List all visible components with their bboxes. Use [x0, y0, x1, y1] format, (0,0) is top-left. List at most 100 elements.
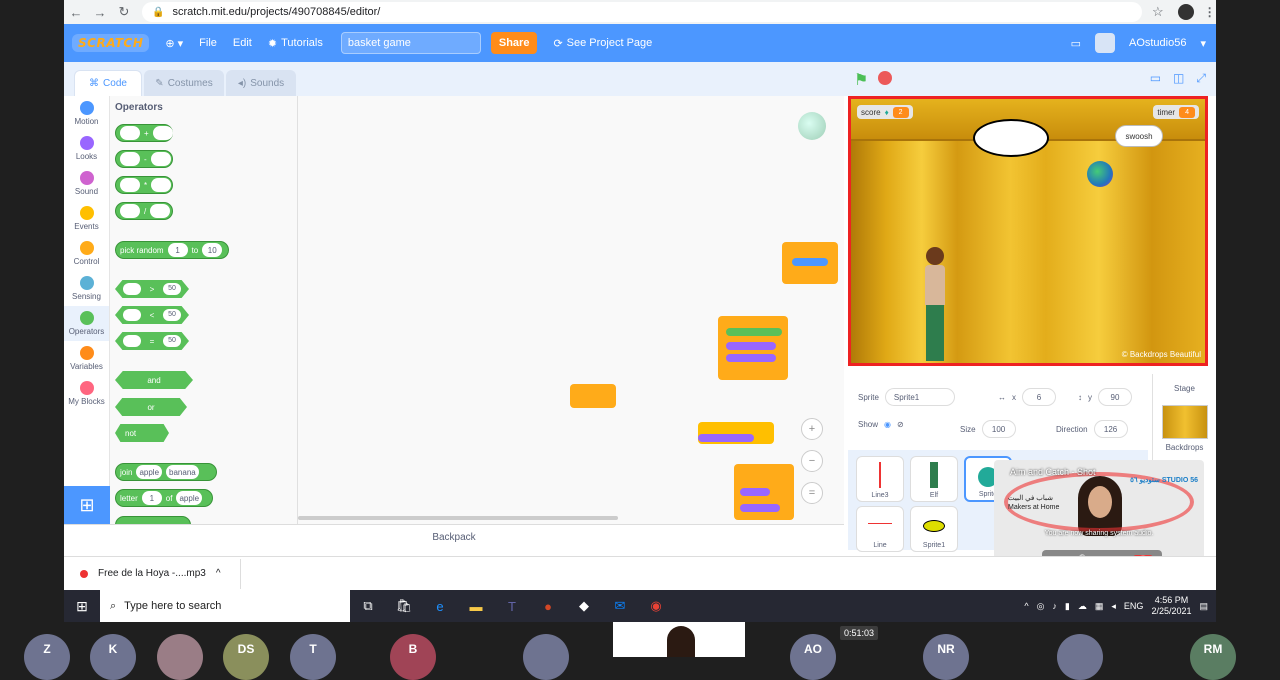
block-input[interactable]: 10 — [202, 243, 223, 257]
participant-avatar[interactable] — [523, 634, 569, 680]
block-multiply[interactable]: * — [115, 176, 173, 194]
account-chevron-icon[interactable]: ▾ — [1200, 37, 1206, 50]
script-block-looks[interactable] — [726, 342, 776, 350]
block-input[interactable] — [150, 152, 171, 166]
tray-chevron-icon[interactable]: ^ — [1024, 601, 1028, 611]
block-input[interactable] — [120, 178, 140, 192]
cloud-icon[interactable]: ☁ — [1078, 601, 1087, 612]
block-input[interactable] — [120, 204, 140, 218]
block-letter-of[interactable]: letter 1 of apple — [115, 489, 213, 507]
block-input[interactable] — [151, 178, 172, 192]
tab-code[interactable]: ⌘ Code — [74, 70, 142, 96]
fullscreen-icon[interactable]: ⤢ — [1196, 71, 1206, 86]
ball-sprite[interactable] — [1087, 161, 1113, 187]
stop-icon[interactable] — [878, 71, 892, 85]
participant-avatar[interactable]: DS — [223, 634, 269, 680]
x-input[interactable]: 6 — [1022, 388, 1056, 406]
sprite-tile[interactable]: Line — [856, 506, 904, 552]
notifications-icon[interactable]: ▤ — [1199, 601, 1208, 612]
category-sound[interactable]: Sound — [64, 166, 109, 201]
block-not[interactable]: not — [115, 424, 169, 442]
reload-icon[interactable]: ↻ — [112, 4, 136, 20]
participant-avatar[interactable]: B — [390, 634, 436, 680]
forward-icon[interactable]: → — [88, 5, 112, 20]
block-equals[interactable]: = 50 — [115, 332, 189, 350]
block-input[interactable] — [123, 283, 141, 295]
participant-avatar[interactable]: Z — [24, 634, 70, 680]
address-bar[interactable]: 🔒 scratch.mit.edu/projects/490708845/edi… — [142, 2, 1142, 22]
participant-avatar[interactable]: K — [90, 634, 136, 680]
language-indicator[interactable]: ENG — [1124, 601, 1144, 611]
browser-menu-icon[interactable]: ⋮ — [1204, 5, 1216, 19]
scratch-logo[interactable]: SCRATCH — [72, 34, 150, 52]
block-pick-random[interactable]: pick random 1 to 10 — [115, 241, 229, 259]
script-area[interactable]: + − = — [298, 96, 844, 524]
block-or[interactable]: or — [115, 398, 187, 416]
block-less-than[interactable]: <50 — [115, 306, 189, 324]
block-divide[interactable]: / — [115, 202, 173, 220]
block-input[interactable]: 50 — [162, 335, 181, 347]
teams-icon[interactable]: T — [494, 599, 530, 614]
participant-avatar[interactable] — [157, 634, 203, 680]
chevron-up-icon[interactable]: ^ — [216, 568, 221, 579]
script-block-looks[interactable] — [740, 504, 780, 512]
block-input[interactable]: 50 — [162, 283, 181, 295]
volume-icon[interactable]: ◂ — [1111, 601, 1116, 612]
profile-avatar[interactable] — [1177, 4, 1194, 20]
edit-menu[interactable]: Edit — [233, 37, 252, 49]
block-input[interactable] — [150, 204, 171, 218]
sprite-tile[interactable]: Sprite1 — [910, 506, 958, 552]
block-input[interactable] — [123, 335, 141, 347]
participant-avatar[interactable]: NR — [923, 634, 969, 680]
sprite-tile[interactable]: Line3 — [856, 456, 904, 502]
bookmark-star-icon[interactable]: ☆ — [1152, 4, 1164, 20]
block-join[interactable]: join apple banana — [115, 463, 217, 481]
block-input[interactable] — [120, 152, 140, 166]
task-view-icon[interactable]: ⧉ — [350, 598, 386, 614]
block-input[interactable] — [152, 126, 173, 140]
participant-avatar[interactable] — [1057, 634, 1103, 680]
block-and[interactable]: and — [115, 371, 193, 389]
stage-canvas[interactable]: score ♦ 2 timer 4 swoosh © Backdrops Beauti… — [848, 96, 1208, 366]
block-length-of[interactable] — [115, 516, 191, 524]
category-sensing[interactable]: Sensing — [64, 271, 109, 306]
add-extension-button[interactable]: ⊞ — [64, 486, 110, 524]
script-area-scrollbar[interactable] — [298, 516, 618, 520]
network-icon[interactable]: ▦ — [1095, 601, 1104, 612]
backpack-bar[interactable]: Backpack — [64, 524, 844, 550]
participant-avatar[interactable]: AO — [790, 634, 836, 680]
normal-stage-icon[interactable]: ◫ — [1173, 71, 1184, 86]
y-input[interactable]: 90 — [1098, 388, 1132, 406]
category-control[interactable]: Control — [64, 236, 109, 271]
project-title-input[interactable]: basket game — [340, 32, 481, 54]
tab-sounds[interactable]: ◂) Sounds — [226, 70, 296, 96]
tab-costumes[interactable]: ✎ Costumes — [144, 70, 224, 96]
category-my-blocks[interactable]: My Blocks — [64, 376, 109, 411]
block-input[interactable] — [120, 126, 140, 140]
file-menu[interactable]: File — [199, 37, 217, 49]
user-avatar[interactable] — [1094, 33, 1115, 53]
windows-start-icon[interactable]: ⊞ — [64, 598, 100, 615]
block-input[interactable] — [123, 309, 141, 321]
sprite-tile[interactable]: Elf — [910, 456, 958, 502]
block-input[interactable]: 50 — [162, 309, 181, 321]
direction-input[interactable]: 126 — [1093, 420, 1128, 438]
microphone-icon[interactable]: ♪ — [1052, 601, 1057, 611]
backdrop-thumbnail[interactable] — [1161, 405, 1208, 439]
block-input[interactable]: 1 — [167, 243, 188, 257]
back-icon[interactable]: ← — [64, 5, 88, 20]
presenter-thumbnail[interactable] — [613, 622, 745, 657]
block-input[interactable]: apple — [136, 465, 163, 479]
tutorials-menu[interactable]: ✹ Tutorials — [268, 37, 323, 50]
category-operators[interactable]: Operators — [64, 306, 109, 341]
share-button[interactable]: Share — [490, 32, 538, 54]
script-block-looks[interactable] — [726, 354, 776, 362]
zoom-out-icon[interactable]: − — [801, 450, 823, 472]
zoom-in-icon[interactable]: + — [801, 418, 823, 440]
script-stack[interactable] — [570, 384, 616, 408]
category-looks[interactable]: Looks — [64, 131, 109, 166]
script-block-looks[interactable] — [698, 434, 754, 442]
app-icon[interactable]: ◆ — [566, 598, 602, 614]
camera-icon[interactable]: ◎ — [1037, 601, 1045, 612]
script-block-motion[interactable] — [792, 258, 828, 266]
